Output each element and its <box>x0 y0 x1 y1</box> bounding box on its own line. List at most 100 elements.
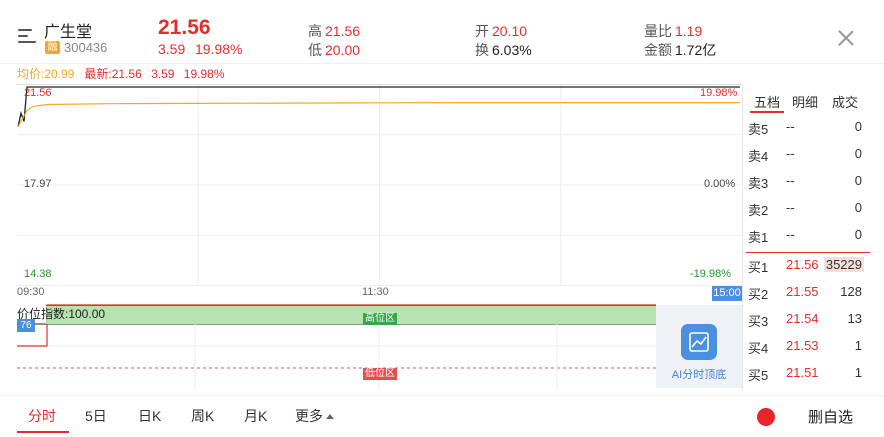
menu-icon[interactable] <box>18 28 36 44</box>
time-label-close: 15:00 <box>712 286 742 301</box>
latest-pct-legend: 19.98% <box>183 67 225 81</box>
turnover-label: 换 <box>475 42 489 58</box>
level-price: -- <box>786 227 795 242</box>
level-price: 21.56 <box>786 257 819 272</box>
intraday-chart-svg <box>17 84 742 286</box>
ask-row[interactable]: 卖1 -- 0 <box>746 222 870 249</box>
level-label: 买2 <box>748 287 769 302</box>
open-label: 开 <box>475 23 489 39</box>
ask-row[interactable]: 卖3 -- 0 <box>746 168 870 195</box>
ai-chart-icon <box>681 324 717 360</box>
bid-row[interactable]: 买3 21.54 13 <box>746 306 870 333</box>
tab-monthly-k[interactable]: 月K <box>244 406 267 426</box>
time-label-open: 09:30 <box>17 286 45 298</box>
level-label: 买3 <box>748 314 769 329</box>
level-price: -- <box>786 173 795 188</box>
open-stat: 开 20.10 <box>475 21 527 41</box>
chart-legend: 均价:20.99 最新:21.56 3.59 19.98% <box>17 65 225 82</box>
level-label: 卖1 <box>748 230 769 245</box>
level-label: 卖3 <box>748 176 769 191</box>
tab-daily-k[interactable]: 日K <box>138 406 161 426</box>
bid-row[interactable]: 买2 21.55 128 <box>746 279 870 306</box>
level-volume: 0 <box>854 146 862 161</box>
tab-weekly-k[interactable]: 周K <box>191 406 214 426</box>
change-percent: 19.98% <box>195 41 243 57</box>
ask-row[interactable]: 卖2 -- 0 <box>746 195 870 222</box>
low-zone-label: 低位区 <box>363 368 397 380</box>
stock-name: 广生堂 <box>44 24 93 41</box>
amount-label: 金额 <box>644 42 672 58</box>
price-index-tag: 76 <box>17 319 35 332</box>
level-price: 21.54 <box>786 311 819 326</box>
margin-badge: 融 <box>45 41 60 54</box>
avg-price-legend: 均价:20.99 <box>17 67 75 81</box>
level-price: -- <box>786 119 795 134</box>
high-label: 高 <box>308 23 322 39</box>
level-price: -- <box>786 146 795 161</box>
y-pct-mid: 0.00% <box>704 178 736 190</box>
ask-row[interactable]: 卖4 -- 0 <box>746 141 870 168</box>
level-label: 卖4 <box>748 149 769 164</box>
record-dot-icon[interactable] <box>757 408 775 426</box>
level-volume: 0 <box>854 227 862 242</box>
turnover-value: 6.03% <box>492 42 532 58</box>
ai-top-bottom-label: AI分时顶底 <box>671 369 727 381</box>
low-label: 低 <box>308 42 322 58</box>
level-price: -- <box>786 200 795 215</box>
current-price: 21.56 <box>158 16 211 39</box>
intraday-chart[interactable] <box>17 84 742 286</box>
tab-five-levels[interactable]: 五档 <box>754 92 780 111</box>
bid-row[interactable]: 买5 21.51 1 <box>746 360 870 387</box>
level-price: 21.55 <box>786 284 819 299</box>
orderbook-divider <box>742 84 743 390</box>
bid-ask-divider <box>746 252 870 253</box>
orderbook-tab-underline <box>750 111 784 113</box>
close-icon[interactable] <box>838 30 854 46</box>
level-volume: 0 <box>854 119 862 134</box>
level-label: 买1 <box>748 260 769 275</box>
active-tab-underline <box>17 431 69 433</box>
tab-intraday[interactable]: 分时 <box>28 406 56 426</box>
quote-header: 广生堂 融 300436 21.56 3.59 19.98% 高 21.56 低2… <box>0 0 884 64</box>
low-stat: 低 20.00 <box>308 40 360 60</box>
level-label: 卖2 <box>748 203 769 218</box>
y-label-mid: 17.97 <box>24 178 52 190</box>
ask-row[interactable]: 卖5 -- 0 <box>746 114 870 141</box>
bottom-bar <box>0 395 884 437</box>
bid-row[interactable]: 买4 21.53 1 <box>746 333 870 360</box>
high-value: 21.56 <box>325 23 361 39</box>
change-amount: 3.59 <box>158 41 186 57</box>
tab-detail[interactable]: 明细 <box>792 92 818 111</box>
high-zone-band <box>46 305 656 324</box>
level-price: 21.51 <box>786 365 819 380</box>
y-label-low: 14.38 <box>24 268 52 280</box>
amount-value: 1.72亿 <box>675 42 717 58</box>
level-volume: 35229 <box>823 257 864 272</box>
level-label: 买4 <box>748 341 769 356</box>
high-zone-label: 高位区 <box>363 313 397 325</box>
amount-stat: 金额 1.72亿 <box>644 40 716 60</box>
low-value: 20.00 <box>325 42 361 58</box>
y-pct-high: 19.98% <box>700 87 738 99</box>
caret-up-icon <box>326 414 334 419</box>
time-label-noon: 11:30 <box>362 286 389 298</box>
level-label: 买5 <box>748 368 769 383</box>
level-label: 卖5 <box>748 122 769 137</box>
volume-ratio-stat: 量比 1.19 <box>644 21 702 41</box>
tab-trades[interactable]: 成交 <box>832 92 858 111</box>
high-stat: 高 21.56 <box>308 21 360 41</box>
level-volume: 1 <box>854 338 862 353</box>
turnover-stat: 换 6.03% <box>475 40 532 60</box>
tab-more-label: 更多 <box>295 408 323 424</box>
ai-top-bottom-button[interactable]: AI分时顶底 <box>656 305 742 388</box>
y-pct-low: -19.98% <box>690 268 731 280</box>
stock-code: 300436 <box>64 40 108 55</box>
header-divider <box>0 63 884 64</box>
tab-more[interactable]: 更多 <box>295 406 334 426</box>
tab-5day[interactable]: 5日 <box>85 406 107 426</box>
level-price: 21.53 <box>786 338 819 353</box>
level-volume: 0 <box>854 173 862 188</box>
bid-row[interactable]: 买1 21.56 35229 <box>746 252 870 279</box>
remove-favorite-button[interactable]: 删自选 <box>808 406 853 427</box>
open-value: 20.10 <box>492 23 528 39</box>
